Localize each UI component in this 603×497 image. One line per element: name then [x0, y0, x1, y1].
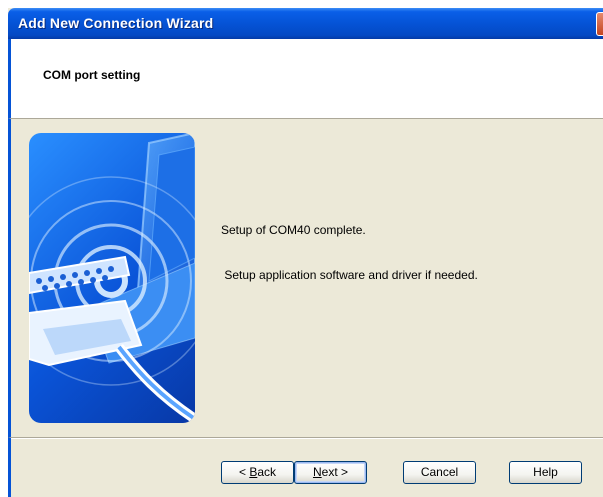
message-line-1: Setup of COM40 complete. [221, 223, 366, 237]
page-title: COM port setting [43, 68, 141, 82]
message-line-2: Setup application software and driver if… [221, 268, 478, 282]
back-button[interactable]: < Back [221, 461, 294, 484]
next-button-label: ext > [321, 465, 349, 479]
next-button-accel: N [312, 465, 322, 479]
cancel-button-label: Cancel [420, 465, 459, 479]
connection-illustration-icon [29, 133, 195, 423]
wizard-content: Setup of COM40 complete. Setup applicati… [8, 119, 603, 437]
status-message: Setup of COM40 complete. Setup applicati… [221, 193, 478, 313]
cancel-button[interactable]: Cancel [403, 461, 476, 484]
wizard-window: Add New Connection Wizard ✕ COM port set… [8, 8, 603, 497]
next-button[interactable]: Next > [294, 461, 367, 484]
help-button[interactable]: Help [509, 461, 582, 484]
back-button-label: ack [257, 465, 277, 479]
wizard-footer: < Back Next > Cancel Help [8, 437, 603, 497]
illustration-graphic [29, 133, 195, 423]
wizard-header: COM port setting [8, 39, 603, 119]
help-button-label: Help [533, 465, 558, 479]
back-button-prefix: < [238, 465, 250, 479]
title-bar[interactable]: Add New Connection Wizard ✕ [8, 8, 603, 39]
close-button[interactable]: ✕ [596, 12, 603, 36]
window-title: Add New Connection Wizard [18, 15, 214, 31]
footer-divider [11, 438, 603, 439]
